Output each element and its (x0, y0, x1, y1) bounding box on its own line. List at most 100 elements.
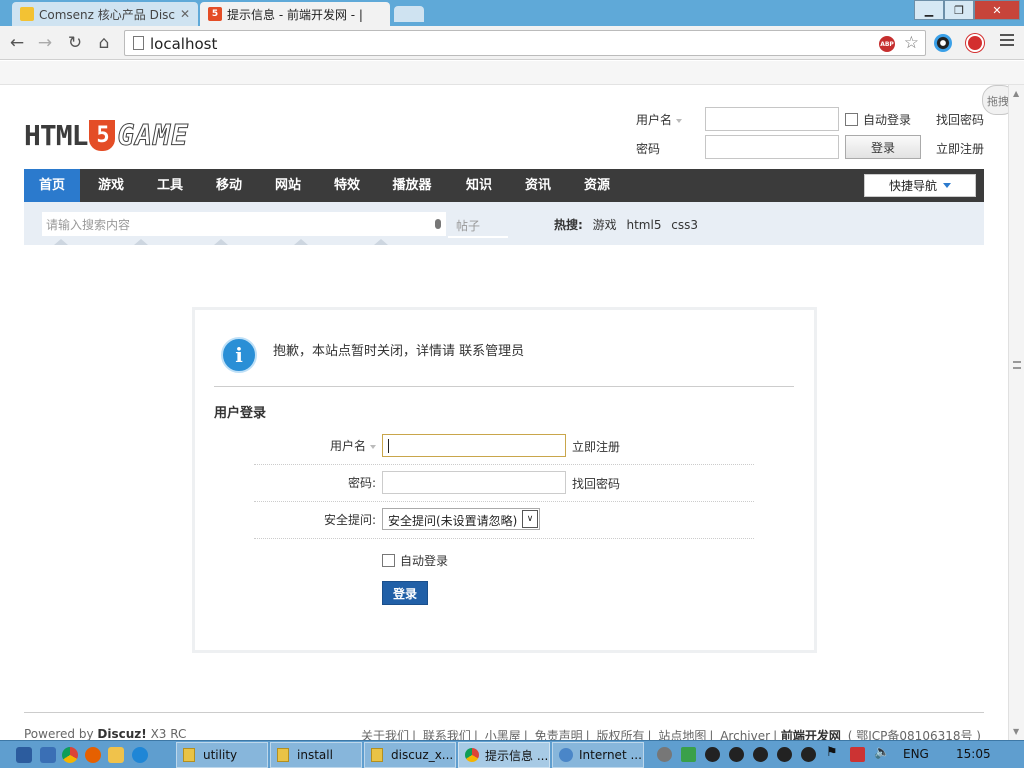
bookmark-star-icon[interactable]: ☆ (904, 33, 919, 53)
taskbar-item-internet[interactable]: Internet ... (552, 742, 644, 768)
restore-button[interactable]: ❐ (944, 0, 974, 20)
nav-item-player[interactable]: 播放器 (384, 169, 440, 202)
security-question-select[interactable]: 安全提问(未设置请忽略) ∨ (382, 508, 540, 530)
scroll-grip[interactable] (1013, 361, 1021, 369)
tray-qq-icon[interactable] (777, 747, 792, 762)
footer-link[interactable]: 小黑屋 (485, 729, 521, 740)
auto-login-checkbox[interactable] (382, 554, 395, 567)
taskbar-item-install[interactable]: install (270, 742, 362, 768)
discuz-link[interactable]: Discuz! (97, 727, 146, 740)
nav-item-games[interactable]: 游戏 (83, 169, 139, 202)
language-indicator[interactable]: ENG (903, 747, 929, 761)
nav-item-news[interactable]: 资讯 (510, 169, 566, 202)
nav-item-knowledge[interactable]: 知识 (451, 169, 507, 202)
header-register-link[interactable]: 立即注册 (936, 140, 984, 157)
firefox-icon[interactable] (85, 747, 101, 763)
new-tab-button[interactable] (394, 6, 424, 22)
header-auto-login[interactable]: 自动登录 (845, 111, 911, 128)
site-logo[interactable]: HTML 5 GAME (24, 119, 189, 153)
notice-message: 抱歉，本站点暂时关闭，详情请 联系管理员 (273, 340, 524, 359)
extension-camera-icon[interactable] (934, 34, 952, 52)
flag-icon[interactable]: ⚑ (826, 745, 841, 760)
hot-term-link[interactable]: 游戏 (593, 218, 617, 232)
nav-item-websites[interactable]: 网站 (260, 169, 316, 202)
hot-term-link[interactable]: css3 (671, 218, 698, 232)
auto-login-option[interactable]: 自动登录 (382, 552, 448, 569)
password-input[interactable] (382, 471, 566, 494)
contact-admin-link[interactable]: 联系管理员 (459, 344, 524, 359)
username-input[interactable] (382, 434, 566, 457)
login-submit-button[interactable]: 登录 (382, 581, 428, 605)
header-forgot-password-link[interactable]: 找回密码 (936, 111, 984, 128)
logo-game-text: GAME (117, 119, 189, 153)
folder-icon (277, 748, 289, 762)
nav-item-mobile[interactable]: 移动 (201, 169, 257, 202)
register-link[interactable]: 立即注册 (572, 438, 620, 455)
dropdown-arrow-icon[interactable] (370, 444, 376, 449)
nav-item-home[interactable]: 首页 (24, 169, 80, 202)
footer-site-name[interactable]: 前端开发网 (781, 729, 841, 740)
nav-item-tools[interactable]: 工具 (142, 169, 198, 202)
tray-qq-icon[interactable] (705, 747, 720, 762)
chrome-icon[interactable] (62, 747, 78, 763)
header-password-input[interactable] (705, 135, 839, 159)
nav-item-resources[interactable]: 资源 (569, 169, 625, 202)
footer-link[interactable]: 站点地图 (658, 729, 706, 740)
adblock-icon[interactable]: ABP (879, 36, 895, 52)
microphone-icon[interactable] (435, 219, 441, 229)
clock[interactable]: 15:05 (956, 747, 991, 761)
taskbar-item-chrome[interactable]: 提示信息 ... (458, 742, 550, 768)
header-username-input[interactable] (705, 107, 839, 131)
volume-icon[interactable]: 🔈 (874, 745, 890, 760)
browser-menu-icon[interactable] (1000, 34, 1014, 49)
search-input[interactable]: 请输入搜索内容 (42, 212, 446, 236)
tray-qq-icon[interactable] (729, 747, 744, 762)
show-desktop-icon[interactable] (16, 747, 32, 763)
drag-handle[interactable]: 拖拽 (982, 85, 1008, 115)
back-arrow-icon[interactable]: ← (6, 32, 28, 54)
tray-app-icon[interactable] (681, 747, 696, 762)
taskbar-item-discuz[interactable]: discuz_x... (364, 742, 456, 768)
header-login-button[interactable]: 登录 (845, 135, 921, 159)
footer-link[interactable]: 免责声明 (535, 729, 583, 740)
close-window-button[interactable]: ✕ (974, 0, 1020, 20)
scroll-up-icon[interactable]: ▲ (1013, 89, 1019, 98)
hot-search: 热搜: 游戏 html5 css3 (554, 216, 704, 233)
search-type-select[interactable]: 帖子 (448, 212, 508, 238)
footer-link[interactable]: 关于我们 (361, 729, 409, 740)
taskbar-item-utility[interactable]: utility (176, 742, 268, 768)
footer-icp[interactable]: ( 鄂ICP备08106318号 ) (848, 729, 981, 740)
search-bar: 请输入搜索内容 帖子 热搜: 游戏 html5 css3 (24, 202, 984, 245)
password-row: 密码: 找回密码 (254, 464, 754, 502)
address-bar[interactable]: localhost ABP ☆ (124, 30, 926, 56)
dropdown-arrow-icon[interactable] (676, 118, 683, 123)
security-question-row: 安全提问: 安全提问(未设置请忽略) ∨ (254, 501, 754, 539)
quick-nav-button[interactable]: 快捷导航 (864, 174, 976, 197)
footer-link[interactable]: Archiver (720, 729, 770, 740)
explorer-icon[interactable] (40, 747, 56, 763)
reload-icon[interactable]: ↻ (64, 32, 86, 54)
browser-tab-active[interactable]: 5 提示信息 - 前端开发网 - | (200, 2, 390, 26)
forgot-password-link[interactable]: 找回密码 (572, 475, 620, 492)
footer-link[interactable]: 联系我们 (423, 729, 471, 740)
html5-favicon-icon: 5 (208, 7, 222, 21)
close-tab-icon[interactable]: ✕ (180, 7, 190, 21)
browser-tab-comsenz[interactable]: Comsenz 核心产品 Discu ✕ (12, 2, 198, 26)
hot-term-link[interactable]: html5 (626, 218, 661, 232)
home-icon[interactable]: ⌂ (93, 32, 115, 54)
minimize-button[interactable]: ▁ (914, 0, 944, 20)
auto-login-checkbox[interactable] (845, 113, 858, 126)
ie-tab-icon[interactable] (108, 747, 124, 763)
tray-network-icon[interactable] (657, 747, 672, 762)
tray-alert-icon[interactable] (850, 747, 865, 762)
forward-arrow-icon[interactable]: → (34, 32, 56, 54)
browser-tab-strip: Comsenz 核心产品 Discu ✕ 5 提示信息 - 前端开发网 - | … (0, 0, 1024, 26)
tray-qq-icon[interactable] (753, 747, 768, 762)
footer-link[interactable]: 版权所有 (596, 729, 644, 740)
scroll-down-icon[interactable]: ▼ (1013, 727, 1019, 736)
internet-explorer-icon[interactable] (132, 747, 148, 763)
tray-qq-icon[interactable] (801, 747, 816, 762)
page-scrollbar[interactable]: ▲ ▼ (1008, 85, 1024, 740)
extension-stop-icon[interactable] (966, 34, 984, 52)
nav-item-effects[interactable]: 特效 (319, 169, 375, 202)
